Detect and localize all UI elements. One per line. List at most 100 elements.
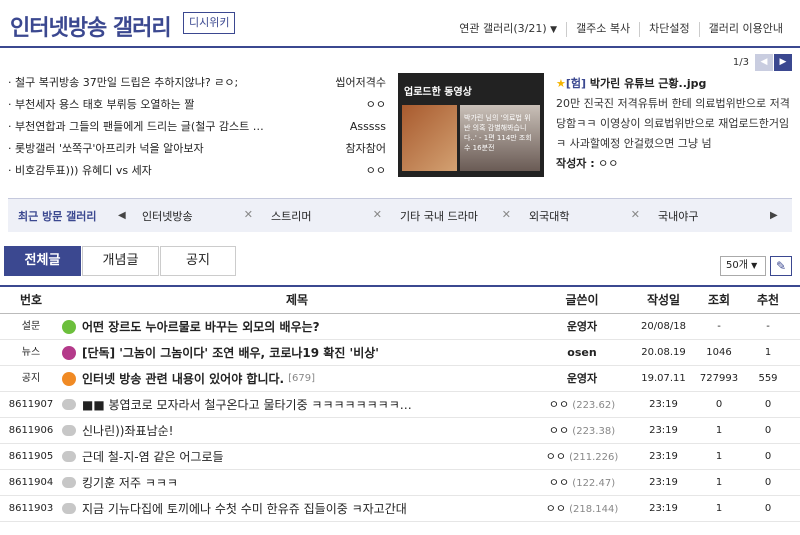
post-number: 8611905 — [8, 451, 54, 462]
post-writer[interactable]: osen — [532, 340, 632, 365]
post-writer[interactable]: ㅇㅇ (211.226) — [532, 444, 632, 469]
post-writer[interactable]: 운영자 — [532, 314, 632, 339]
post-writer[interactable]: 운영자 — [532, 366, 632, 391]
recent-tab[interactable]: 외국대학 ✕ — [519, 208, 648, 224]
close-icon[interactable]: ✕ — [244, 208, 253, 224]
tab-all[interactable]: 전체글 — [4, 246, 81, 276]
post-number: 8611906 — [8, 425, 54, 436]
writer-ip: (223.62) — [569, 400, 616, 411]
writer-name[interactable]: osen — [567, 346, 596, 359]
post-subject[interactable]: 지금 기뉴다집에 토끼에나 수첫 수미 한유쥬 집들이중 ㅋ자고간대 — [62, 496, 532, 521]
thumbnail-image — [402, 105, 457, 171]
post-subject[interactable]: [단독] '그놈이 그놈이다' 조연 배우, 코로나19 확진 '비상' — [62, 340, 532, 365]
post-date: 20/08/18 — [641, 321, 686, 332]
comment-count[interactable]: [679] — [288, 366, 315, 391]
post-recommend: 559 — [758, 373, 778, 384]
writer-name[interactable]: ㅇㅇ — [549, 424, 569, 437]
writer-name[interactable]: 운영자 — [567, 320, 597, 333]
post-subject[interactable]: 킹기훈 저주 ㅋㅋㅋ — [62, 470, 532, 495]
table-row[interactable]: 8611905 근데 철-지-염 같은 어그로들 ㅇㅇ (211.226) 23:19… — [0, 444, 800, 470]
table-row[interactable]: 설문 어떤 장르도 누아르물로 바꾸는 외모의 배우는? 운영자 20/08/18 - - — [0, 314, 800, 340]
table-row[interactable]: 8611903 지금 기뉴다집에 토끼에나 수첫 수미 한유쥬 집들이중 ㅋ자고간… — [0, 496, 800, 522]
close-icon[interactable]: ✕ — [631, 208, 640, 224]
list-size-select[interactable]: 50개 ▼ — [720, 256, 766, 276]
post-date: 23:19 — [649, 399, 678, 410]
featured-title[interactable]: ★[험] 박가린 유튜브 근황..jpg — [556, 74, 792, 94]
post-title[interactable]: ■■ 봉엽코로 모자라서 철구온다고 물타기중 ㅋㅋㅋㅋㅋㅋㅋㅋ… — [82, 392, 412, 417]
table-row[interactable]: 공지 인터넷 방송 관련 내용이 있어야 합니다. [679] 운영자 19.07.11… — [0, 366, 800, 392]
post-title[interactable]: 신나린))좌표남순! — [82, 418, 173, 443]
dcwiki-button[interactable]: 디시위키 — [183, 12, 236, 34]
table-row[interactable]: 뉴스 [단독] '그놈이 그놈이다' 조연 배우, 코로나19 확진 '비상' os… — [0, 340, 800, 366]
table-row[interactable]: 8611904 킹기훈 저주 ㅋㅋㅋ ㅇㅇ (122.47) 23:19 1 0 — [0, 470, 800, 496]
write-pencil-icon[interactable]: ✎ — [770, 256, 792, 276]
speech-bubble-icon — [62, 399, 76, 410]
writer-name[interactable]: ㅇㅇ — [549, 476, 569, 489]
post-writer[interactable]: ㅇㅇ (223.38) — [532, 418, 632, 443]
writer-ip: (122.47) — [569, 478, 616, 489]
recent-tab[interactable]: 인터넷방송 ✕ — [132, 208, 261, 224]
post-subject[interactable]: 근데 철-지-염 같은 어그로들 — [62, 444, 532, 469]
next-arrow-icon[interactable]: ▶ — [774, 54, 792, 71]
speech-bubble-icon — [62, 503, 76, 514]
writer-name[interactable]: ㅇㅇ — [546, 502, 566, 515]
post-views: - — [717, 321, 721, 332]
recent-tab[interactable]: 국내야구 — [648, 208, 758, 224]
post-recommend: - — [766, 321, 770, 332]
post-subject[interactable]: 인터넷 방송 관련 내용이 있어야 합니다. [679] — [62, 366, 532, 391]
recent-tab[interactable]: 스트리머 ✕ — [261, 208, 390, 224]
writer-name[interactable]: ㅇㅇ — [546, 450, 566, 463]
list-item[interactable]: 부천세자 용스 태호 부뤼등 오열하는 짤ㅇㅇ — [8, 94, 386, 116]
post-title[interactable]: [단독] '그놈이 그놈이다' 조연 배우, 코로나19 확진 '비상' — [82, 340, 379, 365]
writer-ip: (211.226) — [565, 452, 619, 463]
list-item[interactable]: 철구 복귀방송 37만일 드립은 추하지않냐? ㄹㅇ;씹어저격수 — [8, 72, 386, 94]
recent-tab[interactable]: 기타 국내 드라마 ✕ — [390, 208, 519, 224]
post-subject[interactable]: 신나린))좌표남순! — [62, 418, 532, 443]
featured-author: 작성자 : ㅇㅇ — [556, 157, 619, 170]
post-date: 23:19 — [649, 425, 678, 436]
gallery-guide-link[interactable]: 갤러리 이용안내 — [698, 22, 792, 37]
post-date: 20.08.19 — [641, 347, 686, 358]
list-item[interactable]: 부천연합과 그들의 팬들에게 드리는 글(철구 감스트 …Asssss — [8, 116, 386, 138]
recent-galleries-bar: 최근 방문 갤러리 ◀ 인터넷방송 ✕ 스트리머 ✕ 기타 국내 드라마 ✕ 외국대학… — [8, 198, 792, 232]
post-writer[interactable]: ㅇㅇ (122.47) — [532, 470, 632, 495]
post-table: 번호 제목 글쓴이 작성일 조회 추천 설문 어떤 장르도 누아르물로 바꾸는 외… — [0, 285, 800, 522]
table-row[interactable]: 8611906 신나린))좌표남순! ㅇㅇ (223.38) 23:19 1 0 — [0, 418, 800, 444]
hot-pager: 1/3 ◀ ▶ — [733, 54, 792, 71]
related-gallery-link[interactable]: 연관 갤러리(3/21) ▼ — [450, 22, 566, 37]
caret-down-icon: ▼ — [751, 261, 758, 270]
speech-bubble-icon — [62, 477, 76, 488]
close-icon[interactable]: ✕ — [502, 208, 511, 224]
post-title[interactable]: 킹기훈 저주 ㅋㅋㅋ — [82, 470, 178, 495]
writer-name[interactable]: ㅇㅇ — [549, 398, 569, 411]
post-writer[interactable]: ㅇㅇ (223.62) — [532, 392, 632, 417]
close-icon[interactable]: ✕ — [373, 208, 382, 224]
board-tabs: 전체글 개념글 공지 — [4, 246, 237, 276]
featured-thumbnail[interactable]: 업로드한 동영상 박가린 님의 '의료법 위반 의혹 감별해봐습니다..' - … — [398, 73, 544, 177]
block-settings-link[interactable]: 차단설정 — [639, 22, 698, 37]
post-title[interactable]: 지금 기뉴다집에 토끼에나 수첫 수미 한유쥬 집들이중 ㅋ자고간대 — [82, 496, 407, 521]
tab-notice[interactable]: 공지 — [160, 246, 236, 276]
post-recommend: 0 — [764, 451, 772, 462]
post-number: 설문 — [21, 321, 41, 332]
tab-concept[interactable]: 개념글 — [82, 246, 159, 276]
post-title[interactable]: 근데 철-지-염 같은 어그로들 — [82, 444, 224, 469]
post-views: 1046 — [706, 347, 732, 358]
copy-address-link[interactable]: 갤주소 복사 — [566, 22, 639, 37]
right-arrow-icon[interactable]: ▶ — [770, 210, 784, 221]
prev-arrow-icon[interactable]: ◀ — [755, 54, 773, 71]
post-subject[interactable]: 어떤 장르도 누아르물로 바꾸는 외모의 배우는? — [62, 314, 532, 339]
notice-icon — [62, 371, 76, 386]
left-arrow-icon[interactable]: ◀ — [118, 210, 132, 221]
gallery-title[interactable]: 인터넷방송 갤러리 — [10, 10, 172, 42]
table-row[interactable]: 8611907 ■■ 봉엽코로 모자라서 철구온다고 물타기중 ㅋㅋㅋㅋㅋㅋㅋㅋ…… — [0, 392, 800, 418]
post-title[interactable]: 어떤 장르도 누아르물로 바꾸는 외모의 배우는? — [82, 314, 320, 339]
list-item[interactable]: 롯방갤러 '쏘쪽구'아프리카 넉을 알아보자참자참어 — [8, 138, 386, 160]
post-recommend: 0 — [764, 399, 772, 410]
post-subject[interactable]: ■■ 봉엽코로 모자라서 철구온다고 물타기중 ㅋㅋㅋㅋㅋㅋㅋㅋ… — [62, 392, 532, 417]
writer-name[interactable]: 운영자 — [567, 372, 597, 385]
list-item[interactable]: 비호감투표))) 유혜디 vs 세자ㅇㅇ — [8, 160, 386, 182]
post-writer[interactable]: ㅇㅇ (218.144) — [532, 496, 632, 521]
caret-down-icon: ▼ — [550, 25, 558, 35]
post-title[interactable]: 인터넷 방송 관련 내용이 있어야 합니다. — [82, 366, 284, 391]
